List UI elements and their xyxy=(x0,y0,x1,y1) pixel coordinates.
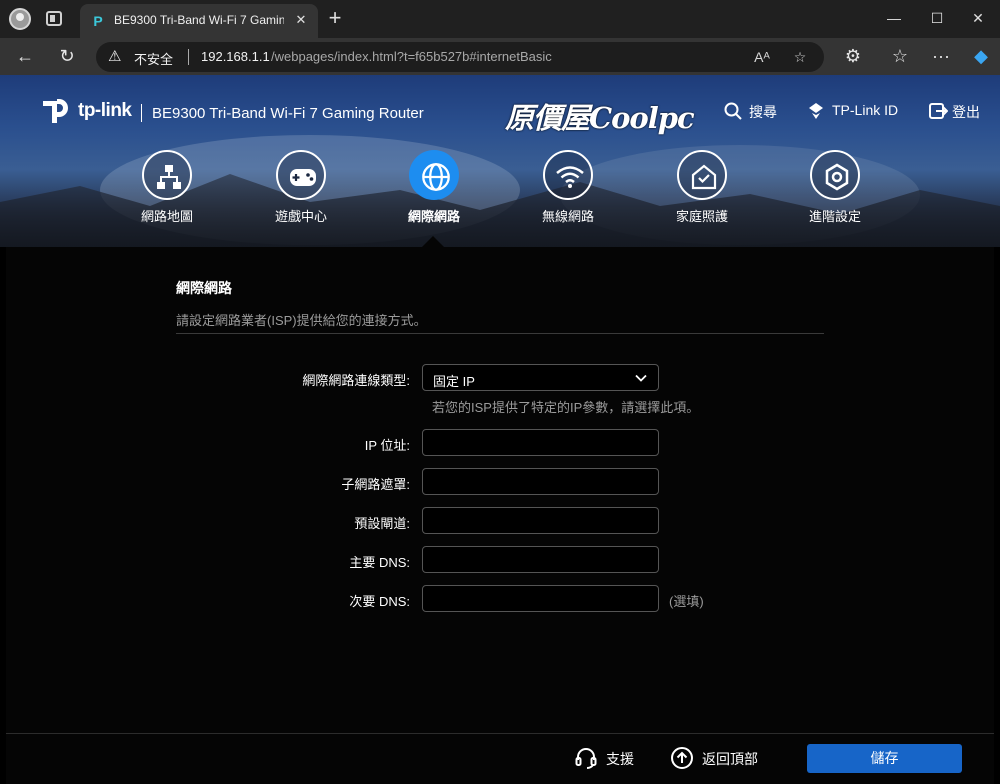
nav-circle xyxy=(409,150,459,200)
tp-link-id-link[interactable]: TP-Link ID xyxy=(832,102,898,118)
nav-label: 網路地圖 xyxy=(140,209,193,224)
tab-close-icon[interactable]: ✕ xyxy=(292,11,310,29)
secondary-dns-input[interactable] xyxy=(422,585,659,612)
network-map-icon xyxy=(157,165,181,189)
globe-icon xyxy=(422,163,450,191)
default-gateway-input[interactable] xyxy=(422,507,659,534)
favorites-icon[interactable]: ☆ xyxy=(889,45,911,67)
search-link[interactable]: 搜尋 xyxy=(749,102,777,122)
nav-wireless[interactable]: 無線網路 xyxy=(528,150,608,224)
subnet-mask-label: 子網路遮罩: xyxy=(341,477,410,492)
active-nav-caret xyxy=(422,236,444,247)
tp-link-favicon-icon: P xyxy=(93,13,103,29)
gamepad-icon xyxy=(290,169,316,186)
optional-note: (選填) xyxy=(669,594,704,609)
profile-avatar-icon[interactable] xyxy=(9,8,31,30)
url-host: 192.168.1.1 xyxy=(201,49,270,64)
browser-toolbar: ← ↻ ⚠ 不安全 192.168.1.1 /webpages/index.ht… xyxy=(0,38,1000,75)
router-page: tp-link BE9300 Tri-Band Wi-Fi 7 Gaming R… xyxy=(0,75,1000,784)
chevron-down-icon xyxy=(635,374,647,382)
read-aloud-icon[interactable]: Aᴬ xyxy=(752,47,772,67)
back-to-top-icon[interactable] xyxy=(670,746,694,770)
tp-link-logo-icon xyxy=(43,99,68,123)
support-link[interactable]: 支援 xyxy=(606,749,634,769)
minimize-icon[interactable]: — xyxy=(880,6,908,30)
nav-circle xyxy=(677,150,727,200)
tab-strip: P BE9300 Tri-Band Wi-Fi 7 Gaming R ✕ + —… xyxy=(0,0,1000,38)
brand-logo-text: tp-link xyxy=(78,100,132,121)
router-model: BE9300 Tri-Band Wi-Fi 7 Gaming Router xyxy=(152,105,424,122)
ip-address-label: IP 位址: xyxy=(364,438,410,453)
connection-type-select[interactable]: 固定 IP xyxy=(422,364,659,391)
search-icon[interactable] xyxy=(723,101,743,121)
nav-game-center[interactable]: 遊戲中心 xyxy=(261,150,341,224)
more-menu-icon[interactable]: ··· xyxy=(930,45,952,67)
nav-label: 家庭照護 xyxy=(675,209,728,224)
gear-icon xyxy=(825,163,849,191)
nav-label: 無線網路 xyxy=(541,209,594,224)
address-divider xyxy=(188,49,189,65)
nav-circle xyxy=(543,150,593,200)
nav-label: 網際網路 xyxy=(407,209,460,224)
window-close-icon[interactable]: ✕ xyxy=(964,6,992,30)
connection-type-value: 固定 IP xyxy=(433,374,475,389)
content-panel: 網際網路 請設定網路業者(ISP)提供給您的連接方式。 網際網路連線類型: 固定… xyxy=(6,247,994,733)
favorite-star-icon[interactable]: ☆ xyxy=(790,47,810,67)
tp-link-id-icon[interactable] xyxy=(806,101,826,121)
connection-type-hint: 若您的ISP提供了特定的IP參數，請選擇此項。 xyxy=(432,400,700,415)
headset-support-icon[interactable] xyxy=(574,746,598,770)
back-icon[interactable]: ← xyxy=(14,45,36,67)
tab-actions-icon[interactable] xyxy=(46,11,62,26)
extensions-icon[interactable]: ⚙ xyxy=(842,45,864,67)
section-divider xyxy=(176,333,824,334)
nav-label: 遊戲中心 xyxy=(274,209,327,224)
default-gateway-label: 預設閘道: xyxy=(354,516,410,531)
back-to-top-link[interactable]: 返回頂部 xyxy=(702,749,758,769)
nav-circle xyxy=(810,150,860,200)
copilot-icon[interactable]: ◆ xyxy=(970,45,992,67)
nav-circle xyxy=(142,150,192,200)
page-header: tp-link BE9300 Tri-Band Wi-Fi 7 Gaming R… xyxy=(0,75,1000,247)
url-path: /webpages/index.html?t=f65b527b#internet… xyxy=(271,49,552,64)
section-description: 請設定網路業者(ISP)提供給您的連接方式。 xyxy=(176,313,427,328)
tab-title: BE9300 Tri-Band Wi-Fi 7 Gaming R xyxy=(114,13,284,27)
primary-dns-input[interactable] xyxy=(422,546,659,573)
logout-link[interactable]: 登出 xyxy=(952,102,980,122)
home-care-icon xyxy=(691,164,717,190)
browser-window: P BE9300 Tri-Band Wi-Fi 7 Gaming R ✕ + —… xyxy=(0,0,1000,784)
logout-icon[interactable] xyxy=(928,101,948,121)
nav-internet[interactable]: 網際網路 xyxy=(394,150,474,224)
nav-network-map[interactable]: 網路地圖 xyxy=(127,150,207,224)
nav-label: 進階設定 xyxy=(808,209,861,224)
nav-circle xyxy=(276,150,326,200)
maximize-icon[interactable]: ☐ xyxy=(923,6,951,30)
connection-type-label: 網際網路連線類型: xyxy=(302,373,410,388)
secondary-dns-label: 次要 DNS: xyxy=(349,594,410,609)
wifi-icon xyxy=(556,166,584,188)
coolpc-watermark: 原價屋Coolpc xyxy=(505,101,695,135)
primary-dns-label: 主要 DNS: xyxy=(349,555,410,570)
nav-home-care[interactable]: 家庭照護 xyxy=(662,150,742,224)
section-title: 網際網路 xyxy=(176,280,232,296)
security-label[interactable]: 不安全 xyxy=(134,49,173,68)
page-footer: 支援 返回頂部 儲存 xyxy=(6,733,994,784)
ip-address-input[interactable] xyxy=(422,429,659,456)
subnet-mask-input[interactable] xyxy=(422,468,659,495)
browser-tab[interactable]: P BE9300 Tri-Band Wi-Fi 7 Gaming R ✕ xyxy=(80,4,318,38)
save-button[interactable]: 儲存 xyxy=(807,744,962,773)
reload-icon[interactable]: ↻ xyxy=(56,45,78,67)
warning-icon[interactable]: ⚠ xyxy=(108,48,126,66)
address-bar[interactable]: ⚠ 不安全 192.168.1.1 /webpages/index.html?t… xyxy=(96,42,824,72)
logo-separator xyxy=(141,104,142,122)
new-tab-icon[interactable]: + xyxy=(325,7,345,29)
nav-advanced[interactable]: 進階設定 xyxy=(795,150,875,224)
